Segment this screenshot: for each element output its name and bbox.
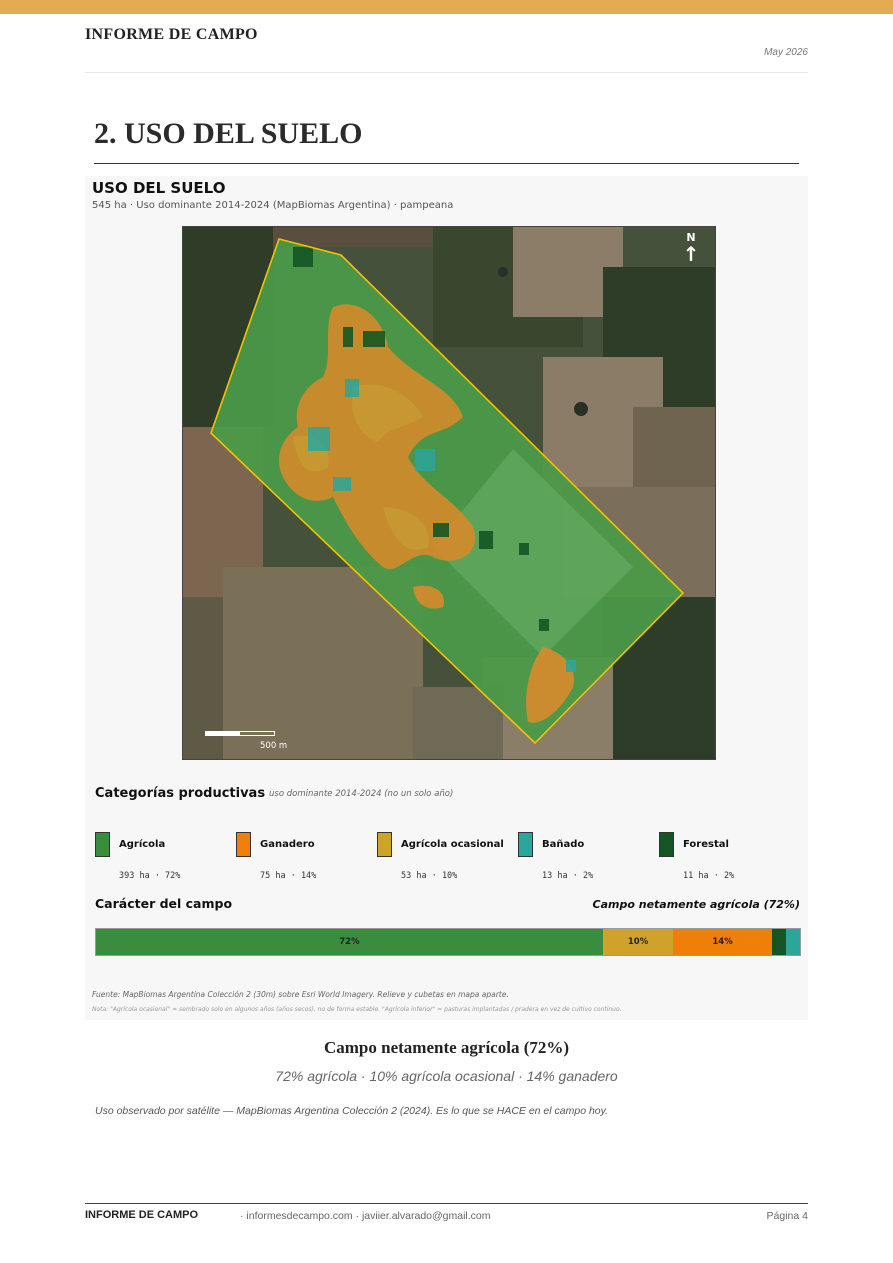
legend-swatch <box>236 832 251 857</box>
legend-swatch <box>377 832 392 857</box>
scale-bar <box>205 731 275 736</box>
character-title: Carácter del campo <box>95 896 233 911</box>
legend-value: 11 ha · 2% <box>683 871 735 881</box>
legend-swatch <box>659 832 674 857</box>
composition-segment <box>771 929 786 955</box>
scale-label: 500 m <box>260 741 288 751</box>
source-note: Uso observado por satélite — MapBiomas A… <box>95 1105 609 1117</box>
legend-swatch <box>518 832 533 857</box>
figure-title: USO DEL SUELO <box>92 179 226 197</box>
legend-item-banado: Bañado 13 ha · 2% <box>518 832 668 892</box>
composition-segment: 72% <box>96 929 603 955</box>
north-arrow-icon: N ↑ <box>682 231 700 266</box>
footer-brand: INFORME DE CAMPO <box>85 1209 199 1221</box>
figure-note: Nota: "Agrícola ocasional" = sembrado so… <box>92 1006 622 1013</box>
legend-value: 13 ha · 2% <box>542 871 594 881</box>
composition-bar: 72% 10% 14% <box>95 928 801 956</box>
legend-name: Agrícola <box>119 839 166 850</box>
legend-name: Forestal <box>683 839 729 850</box>
legend-swatch <box>95 832 110 857</box>
categories-note: uso dominante 2014-2024 (no un solo año) <box>269 789 454 799</box>
legend-name: Agrícola ocasional <box>401 839 504 850</box>
top-accent-bar <box>0 0 893 14</box>
section-rule <box>94 163 799 164</box>
legend-value: 75 ha · 14% <box>260 871 317 881</box>
conclusion-subtitle: 72% agrícola · 10% agrícola ocasional · … <box>275 1068 618 1084</box>
legend-item-agricola: Agrícola 393 ha · 72% <box>95 832 245 892</box>
land-use-map: N ↑ 500 m <box>182 226 716 760</box>
page-number: Página 4 <box>766 1210 808 1222</box>
legend-item-ganadero: Ganadero 75 ha · 14% <box>236 832 386 892</box>
header-divider <box>85 72 808 73</box>
footer-links: · informesdecampo.com · javiier.alvarado… <box>240 1210 491 1222</box>
composition-segment: 14% <box>673 929 772 955</box>
legend-name: Bañado <box>542 839 585 850</box>
land-use-figure: USO DEL SUELO 545 ha · Uso dominante 201… <box>85 176 808 1020</box>
composition-segment <box>785 929 800 955</box>
header-title: INFORME DE CAMPO <box>85 26 258 43</box>
character-verdict: Campo netamente agrícola (72%) <box>592 898 800 911</box>
legend-value: 53 ha · 10% <box>401 871 458 881</box>
header-date: May 2026 <box>764 47 808 58</box>
section-title: 2. USO DEL SUELO <box>94 117 363 150</box>
figure-source: Fuente: MapBiomas Argentina Colección 2 … <box>92 990 509 999</box>
legend-item-forestal: Forestal 11 ha · 2% <box>659 832 809 892</box>
composition-segment: 10% <box>602 929 674 955</box>
categories-title: Categorías productivas <box>95 786 266 801</box>
legend-name: Ganadero <box>260 839 315 850</box>
figure-subtitle: 545 ha · Uso dominante 2014-2024 (MapBio… <box>92 200 454 211</box>
footer-divider <box>85 1203 808 1204</box>
legend-value: 393 ha · 72% <box>119 871 181 881</box>
conclusion-title: Campo netamente agrícola (72%) <box>323 1038 570 1057</box>
legend-item-agricola-ocasional: Agrícola ocasional 53 ha · 10% <box>377 832 527 892</box>
